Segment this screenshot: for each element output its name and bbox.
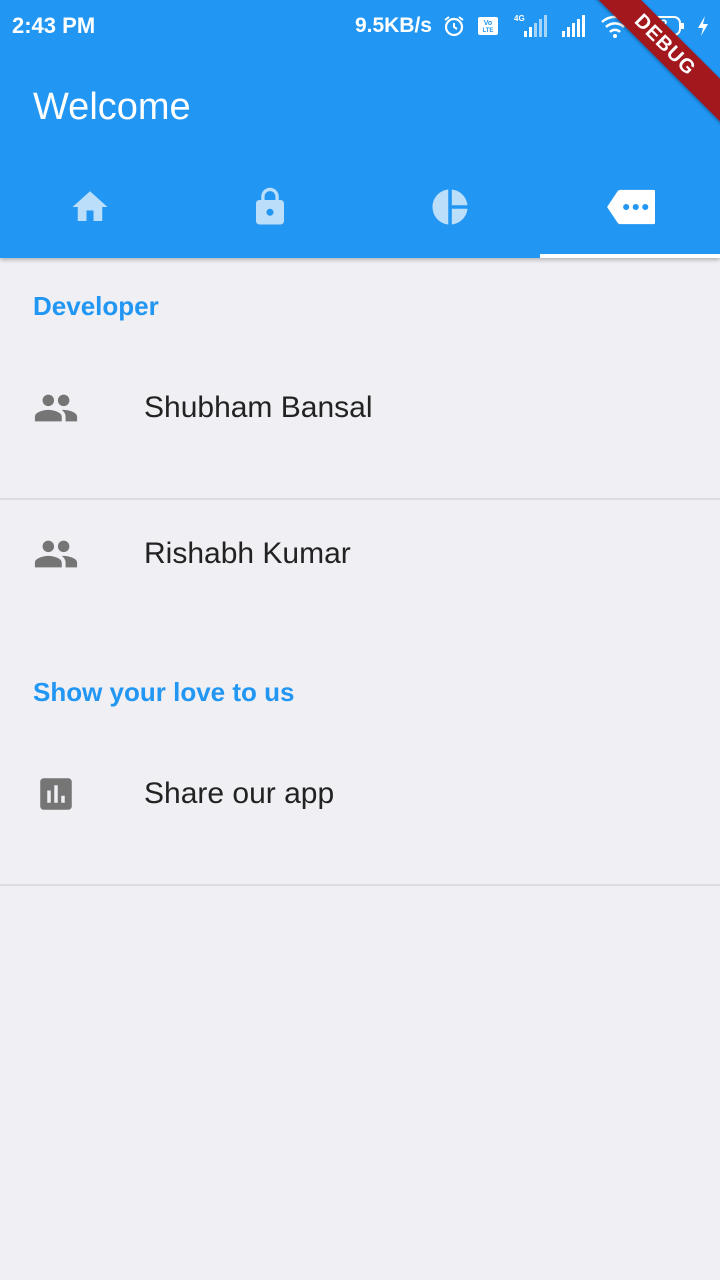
section-header-developer: Developer [33,291,159,321]
tab-indicator [540,254,720,258]
list-item-label: Shubham Bansal [144,391,373,424]
list-item-developer-1[interactable]: Shubham Bansal [0,336,720,480]
divider [0,884,720,886]
svg-text:LTE: LTE [483,28,494,34]
tab-lock[interactable] [180,160,360,258]
list-item-label: Rishabh Kumar [144,537,351,570]
page-title: Welcome [33,86,191,128]
charging-icon [696,14,710,38]
screen: 2:43 PM 9.5KB/s Vo LTE 4G Welcome DEBUG … [0,0,720,1280]
section-header-love: Show your love to us [33,677,295,707]
tab-chart[interactable] [360,160,540,258]
svg-text:4G: 4G [514,14,525,23]
signal-4g-icon: 4G [510,13,550,39]
tab-more[interactable] [540,160,720,258]
tab-home[interactable] [0,160,180,258]
volte-icon: Vo LTE [476,14,500,38]
alarm-icon [442,14,466,38]
network-speed: 9.5KB/s [354,14,432,37]
app-bar: 2:43 PM 9.5KB/s Vo LTE 4G Welcome [0,0,720,258]
pie-chart-icon [429,186,471,233]
people-icon [33,531,79,577]
lock-icon [249,186,291,233]
bar-chart-icon [33,771,79,817]
signal-icon [560,13,590,39]
status-time: 2:43 PM [12,13,96,38]
list-item-share[interactable]: Share our app [0,722,720,866]
tab-bar [0,160,720,258]
more-label-icon [605,186,657,233]
svg-text:Vo: Vo [484,20,492,27]
people-icon [33,385,79,431]
list-item-label: Share our app [144,777,335,810]
list-item-developer-2[interactable]: Rishabh Kumar [0,482,720,626]
home-icon [69,186,111,233]
